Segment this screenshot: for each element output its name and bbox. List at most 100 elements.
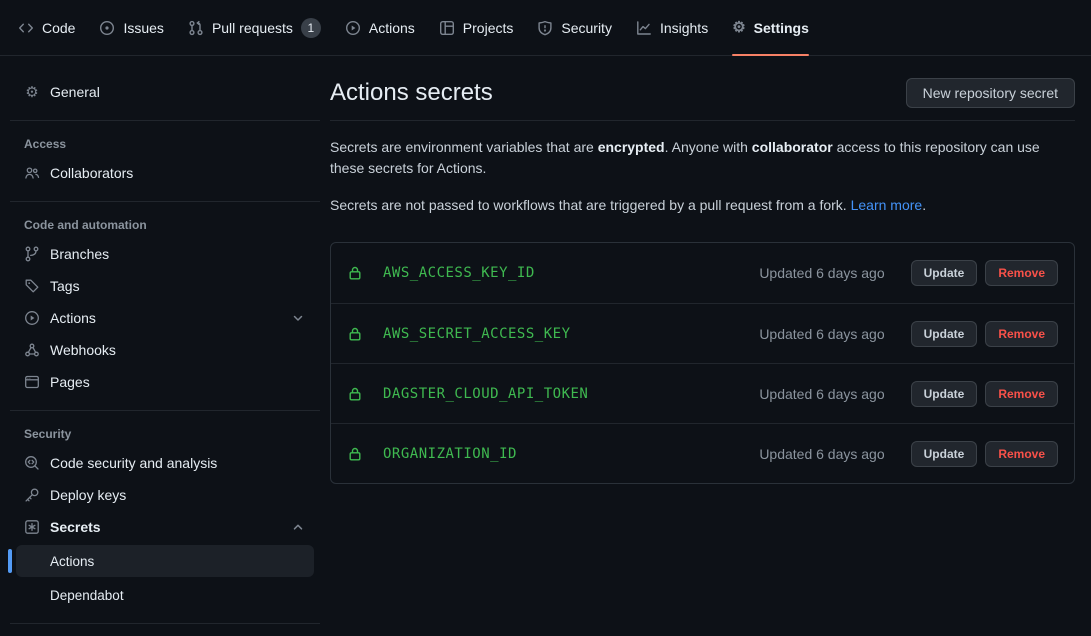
update-button[interactable]: Update	[911, 381, 978, 407]
description-bold-encrypted: encrypted	[598, 139, 665, 155]
secrets-description: Secrets are environment variables that a…	[330, 137, 1075, 179]
lock-icon	[347, 326, 363, 342]
sidebar-item-pages[interactable]: Pages	[16, 366, 314, 398]
page-title: Actions secrets	[330, 79, 493, 107]
secret-name: DAGSTER_CLOUD_API_TOKEN	[383, 386, 759, 402]
sidebar-subitem-secrets-dependabot[interactable]: Dependabot	[16, 579, 314, 611]
browser-icon	[24, 374, 40, 390]
sidebar-item-label: Branches	[50, 246, 109, 262]
settings-sidebar: ⚙ General Access Collaborators Code and …	[0, 56, 330, 636]
sidebar-item-branches[interactable]: Branches	[16, 238, 314, 270]
remove-button[interactable]: Remove	[985, 381, 1058, 407]
sidebar-item-secrets[interactable]: Secrets	[16, 511, 314, 543]
tab-insights[interactable]: Insights	[626, 0, 718, 55]
people-icon	[24, 165, 40, 181]
tab-label: Insights	[660, 20, 708, 36]
issue-opened-icon	[99, 20, 115, 36]
description-bold-collaborator: collaborator	[752, 139, 833, 155]
tab-pull-requests[interactable]: Pull requests 1	[178, 0, 331, 55]
tab-code[interactable]: Code	[8, 0, 85, 55]
secret-row: DAGSTER_CLOUD_API_TOKEN Updated 6 days a…	[331, 363, 1074, 423]
update-button[interactable]: Update	[911, 321, 978, 347]
secret-asterisk-icon	[24, 519, 40, 535]
tab-label: Pull requests	[212, 20, 293, 36]
tab-label: Code	[42, 20, 75, 36]
header-divider	[330, 120, 1075, 121]
secret-row: AWS_SECRET_ACCESS_KEY Updated 6 days ago…	[331, 303, 1074, 363]
project-table-icon	[439, 20, 455, 36]
secret-name: AWS_SECRET_ACCESS_KEY	[383, 326, 759, 342]
tag-icon	[24, 278, 40, 294]
lock-icon	[347, 386, 363, 402]
secret-updated: Updated 6 days ago	[759, 386, 884, 402]
secret-name: AWS_ACCESS_KEY_ID	[383, 265, 759, 281]
gear-icon: ⚙	[732, 20, 745, 35]
sidebar-item-label: Pages	[50, 374, 90, 390]
repo-tab-bar: Code Issues Pull requests 1 Actions Proj…	[0, 0, 1091, 56]
tab-actions[interactable]: Actions	[335, 0, 425, 55]
sidebar-divider	[10, 120, 320, 121]
sidebar-divider	[10, 410, 320, 411]
fork-note-text: Secrets are not passed to workflows that…	[330, 197, 851, 213]
sidebar-item-label: Deploy keys	[50, 487, 126, 503]
update-button[interactable]: Update	[911, 260, 978, 286]
fork-note: Secrets are not passed to workflows that…	[330, 195, 1075, 216]
secrets-list: AWS_ACCESS_KEY_ID Updated 6 days ago Upd…	[330, 242, 1075, 484]
secret-row: ORGANIZATION_ID Updated 6 days ago Updat…	[331, 423, 1074, 483]
tab-label: Settings	[754, 20, 809, 36]
sidebar-item-label: Actions	[50, 310, 96, 326]
sidebar-item-general[interactable]: ⚙ General	[16, 76, 314, 108]
sidebar-item-label: Secrets	[50, 519, 101, 535]
sidebar-item-label: Collaborators	[50, 165, 133, 181]
tab-issues[interactable]: Issues	[89, 0, 173, 55]
sidebar-item-deploy-keys[interactable]: Deploy keys	[16, 479, 314, 511]
tab-projects[interactable]: Projects	[429, 0, 524, 55]
lock-icon	[347, 446, 363, 462]
play-icon	[24, 310, 40, 326]
sidebar-item-label: Code security and analysis	[50, 455, 217, 471]
sidebar-subitem-secrets-actions[interactable]: Actions	[16, 545, 314, 577]
sidebar-item-actions[interactable]: Actions	[16, 302, 314, 334]
secret-updated: Updated 6 days ago	[759, 326, 884, 342]
chevron-down-icon	[290, 310, 306, 326]
secret-updated: Updated 6 days ago	[759, 446, 884, 462]
shield-icon	[537, 20, 553, 36]
sidebar-section-code-automation: Code and automation	[16, 214, 314, 238]
update-button[interactable]: Update	[911, 441, 978, 467]
learn-more-link[interactable]: Learn more	[851, 197, 923, 213]
lock-icon	[347, 265, 363, 281]
tab-label: Issues	[123, 20, 163, 36]
tab-label: Projects	[463, 20, 514, 36]
sidebar-item-collaborators[interactable]: Collaborators	[16, 157, 314, 189]
actions-secrets-panel: Actions secrets New repository secret Se…	[330, 56, 1075, 484]
code-icon	[18, 20, 34, 36]
chevron-up-icon	[290, 519, 306, 535]
fork-note-suffix: .	[922, 197, 926, 213]
tab-label: Security	[561, 20, 612, 36]
sidebar-item-webhooks[interactable]: Webhooks	[16, 334, 314, 366]
tab-settings[interactable]: ⚙ Settings	[722, 0, 819, 55]
secret-row: AWS_ACCESS_KEY_ID Updated 6 days ago Upd…	[331, 243, 1074, 303]
sidebar-item-label: Tags	[50, 278, 80, 294]
new-repository-secret-button[interactable]: New repository secret	[906, 78, 1075, 108]
remove-button[interactable]: Remove	[985, 321, 1058, 347]
sidebar-divider	[10, 623, 320, 624]
tab-security[interactable]: Security	[527, 0, 622, 55]
webhook-icon	[24, 342, 40, 358]
play-icon	[345, 20, 361, 36]
gear-icon: ⚙	[24, 85, 40, 100]
remove-button[interactable]: Remove	[985, 260, 1058, 286]
sidebar-section-access: Access	[16, 133, 314, 157]
sidebar-item-label: Webhooks	[50, 342, 116, 358]
description-text: . Anyone with	[665, 139, 752, 155]
sidebar-divider	[10, 201, 320, 202]
codescan-icon	[24, 455, 40, 471]
remove-button[interactable]: Remove	[985, 441, 1058, 467]
git-branch-icon	[24, 246, 40, 262]
sidebar-item-tags[interactable]: Actions Tags	[16, 270, 314, 302]
pull-request-icon	[188, 20, 204, 36]
sidebar-item-code-security[interactable]: Code security and analysis	[16, 447, 314, 479]
secret-updated: Updated 6 days ago	[759, 265, 884, 281]
sidebar-item-label: General	[50, 84, 100, 100]
description-text: Secrets are environment variables that a…	[330, 139, 598, 155]
